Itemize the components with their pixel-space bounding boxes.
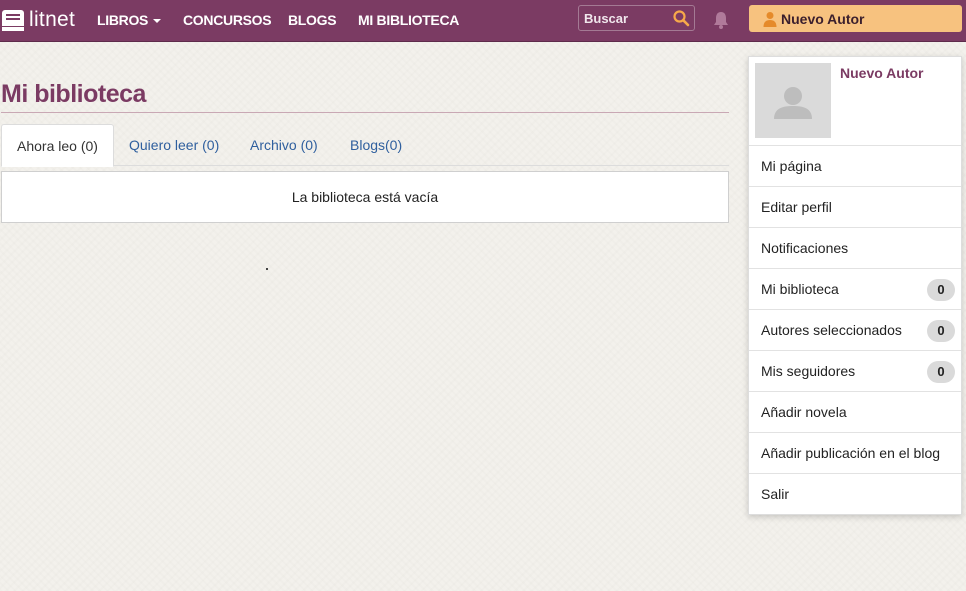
count-badge: 0	[927, 279, 955, 301]
logo-text: litnet	[29, 8, 76, 31]
notifications-button[interactable]	[711, 10, 731, 30]
menu-item-label: Mi página	[761, 158, 822, 174]
nav-libros[interactable]: LIBROS	[97, 0, 162, 40]
menu-item-label: Salir	[761, 486, 790, 502]
empty-library-message: La biblioteca está vacía	[1, 171, 729, 223]
tab-quiero-leer[interactable]: Quiero leer (0)	[129, 124, 219, 166]
count-badge: 0	[927, 361, 955, 383]
user-menu-label: Nuevo Autor	[781, 10, 865, 27]
menu-item-editar-perfil[interactable]: Editar perfil	[749, 187, 961, 228]
book-stack-icon	[2, 9, 24, 31]
search-icon	[673, 10, 690, 27]
library-tabs: Ahora leo (0) Quiero leer (0) Archivo (0…	[1, 124, 729, 167]
menu-item-mi-pagina[interactable]: Mi página	[749, 146, 961, 187]
top-navbar: litnet LIBROS CONCURSOS BLOGS MI BIBLIOT…	[0, 0, 966, 42]
menu-item-label: Editar perfil	[761, 199, 832, 215]
menu-item-label: Mi biblioteca	[761, 281, 839, 297]
user-menu-button[interactable]: Nuevo Autor	[749, 5, 962, 32]
nav-concursos[interactable]: CONCURSOS	[183, 0, 272, 40]
menu-item-anadir-novela[interactable]: Añadir novela	[749, 392, 961, 433]
tab-blogs[interactable]: Blogs(0)	[350, 124, 402, 166]
stray-dot	[266, 268, 268, 270]
nav-libros-label: LIBROS	[97, 12, 149, 28]
search-button[interactable]	[672, 9, 690, 27]
menu-item-anadir-publicacion-blog[interactable]: Añadir publicación en el blog	[749, 433, 961, 474]
litnet-logo[interactable]: litnet	[2, 7, 75, 33]
menu-item-salir[interactable]: Salir	[749, 474, 961, 515]
menu-item-mi-biblioteca[interactable]: Mi biblioteca 0	[749, 269, 961, 310]
count-badge: 0	[927, 320, 955, 342]
menu-item-label: Añadir publicación en el blog	[761, 445, 941, 461]
menu-item-autores-seleccionados[interactable]: Autores seleccionados 0	[749, 310, 961, 351]
title-divider	[1, 112, 729, 113]
user-dropdown-menu: Nuevo Autor Mi página Editar perfil Noti…	[748, 56, 962, 515]
search-box	[578, 5, 695, 31]
caret-down-icon	[153, 19, 162, 24]
tab-archivo[interactable]: Archivo (0)	[250, 124, 318, 166]
menu-item-label: Mis seguidores	[761, 363, 856, 379]
dropdown-header: Nuevo Autor	[749, 57, 961, 146]
menu-item-notificaciones[interactable]: Notificaciones	[749, 228, 961, 269]
avatar[interactable]	[755, 63, 831, 138]
nav-blogs[interactable]: BLOGS	[288, 0, 337, 40]
dropdown-user-name[interactable]: Nuevo Autor	[840, 65, 923, 81]
menu-item-label: Notificaciones	[761, 240, 849, 256]
menu-item-label: Autores seleccionados	[761, 322, 902, 338]
search-input[interactable]	[579, 6, 669, 30]
menu-item-mis-seguidores[interactable]: Mis seguidores 0	[749, 351, 961, 392]
default-avatar-icon	[774, 87, 812, 119]
page-title: Mi biblioteca	[1, 80, 146, 108]
menu-item-label: Añadir novela	[761, 404, 847, 420]
person-icon	[763, 11, 777, 27]
tab-ahora-leo[interactable]: Ahora leo (0)	[1, 124, 114, 167]
bell-icon	[714, 12, 728, 29]
nav-mi-biblioteca[interactable]: MI BIBLIOTECA	[358, 0, 459, 40]
